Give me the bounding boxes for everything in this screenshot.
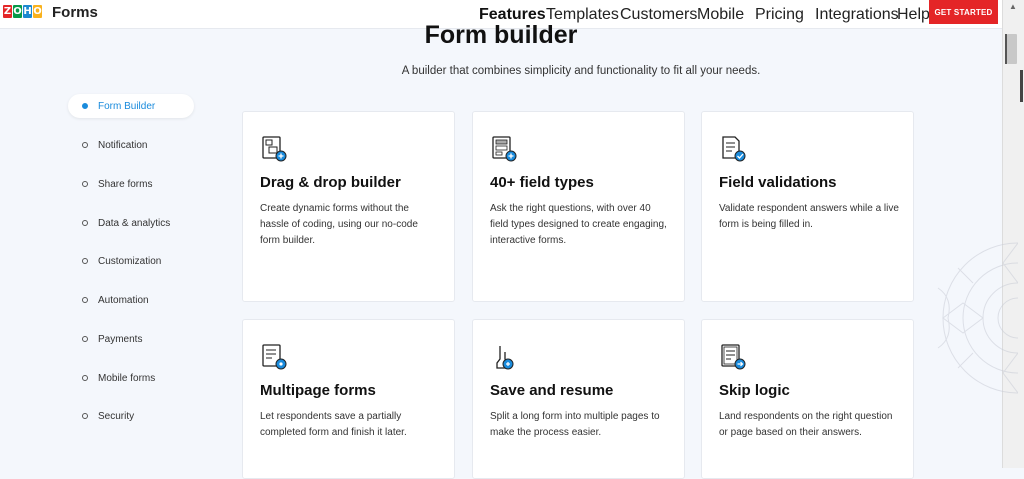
bullet-icon	[82, 258, 88, 264]
scroll-up-arrow-icon[interactable]: ▲	[1009, 2, 1017, 11]
sidebar-item-share-forms[interactable]: Share forms	[68, 172, 194, 196]
sidebar-item-label: Form Builder	[98, 100, 156, 112]
decorative-mandala-icon	[937, 242, 1018, 394]
section-title: Form builder	[424, 21, 578, 49]
bullet-icon	[82, 336, 88, 342]
feature-card-multipage[interactable]: Multipage forms Let respondents save a p…	[242, 319, 455, 479]
card-title: Skip logic	[719, 382, 790, 399]
sidebar-item-label: Customization	[98, 255, 162, 267]
sidebar-item-label: Data & analytics	[98, 217, 171, 229]
save-resume-icon	[496, 346, 514, 370]
field-types-icon	[492, 136, 517, 162]
zoho-logo[interactable]: Z O H O	[3, 5, 42, 18]
sidebar-item-notification[interactable]: Notification	[68, 133, 194, 157]
bullet-icon	[82, 220, 88, 226]
sidebar-item-mobile-forms[interactable]: Mobile forms	[68, 366, 194, 390]
feature-card-skip-logic[interactable]: Skip logic Land respondents on the right…	[701, 319, 914, 479]
validation-icon	[722, 136, 746, 162]
bullet-icon	[82, 413, 88, 419]
logo-letter: Z	[3, 5, 12, 18]
feature-card-save-resume[interactable]: Save and resume Split a long form into m…	[472, 319, 685, 479]
logo-letter: O	[33, 5, 42, 18]
sidebar-item-customization[interactable]: Customization	[68, 249, 194, 273]
bullet-icon	[82, 181, 88, 187]
card-description: Create dynamic forms without the hassle …	[260, 203, 418, 246]
feature-card-drag-drop[interactable]: Drag & drop builder Create dynamic forms…	[242, 111, 455, 302]
sidebar-item-label: Payments	[98, 333, 143, 345]
card-title: Field validations	[719, 174, 837, 191]
sidebar-item-label: Security	[98, 410, 135, 422]
card-title: 40+ field types	[490, 174, 594, 191]
card-description: Ask the right questions, with over 40 fi…	[490, 203, 667, 246]
card-description: Split a long form into multiple pages to…	[490, 411, 660, 438]
card-description: Validate respondent answers while a live…	[719, 203, 899, 230]
sidebar-item-data-analytics[interactable]: Data & analytics	[68, 211, 194, 235]
sidebar-item-security[interactable]: Security	[68, 404, 194, 428]
sidebar-item-automation[interactable]: Automation	[68, 288, 194, 312]
bullet-icon	[82, 297, 88, 303]
card-title: Multipage forms	[260, 382, 376, 399]
card-title: Drag & drop builder	[260, 174, 401, 191]
sidebar-item-form-builder[interactable]: Form Builder	[68, 94, 194, 118]
feature-card-field-validations[interactable]: Field validations Validate respondent an…	[701, 111, 914, 302]
multipage-icon	[262, 344, 287, 370]
bullet-icon	[82, 103, 88, 109]
logo-letter: O	[13, 5, 22, 18]
logo-letter: H	[23, 5, 32, 18]
feature-card-field-types[interactable]: 40+ field types Ask the right questions,…	[472, 111, 685, 302]
section-subtitle: A builder that combines simplicity and f…	[401, 65, 761, 77]
brand-name[interactable]: Forms	[52, 4, 98, 21]
bullet-icon	[82, 142, 88, 148]
sidebar-item-label: Automation	[98, 294, 149, 306]
card-description: Land respondents on the right question o…	[719, 411, 893, 438]
sidebar-item-label: Mobile forms	[98, 372, 156, 384]
scrollbar-thumb[interactable]	[1007, 34, 1017, 64]
sidebar-item-label: Share forms	[98, 178, 153, 190]
card-description: Let respondents save a partially complet…	[260, 411, 407, 438]
drag-drop-icon	[262, 136, 287, 162]
bullet-icon	[82, 375, 88, 381]
sidebar-item-payments[interactable]: Payments	[68, 327, 194, 351]
sidebar-item-label: Notification	[98, 139, 148, 151]
skip-logic-icon	[721, 344, 746, 370]
card-title: Save and resume	[490, 382, 614, 399]
